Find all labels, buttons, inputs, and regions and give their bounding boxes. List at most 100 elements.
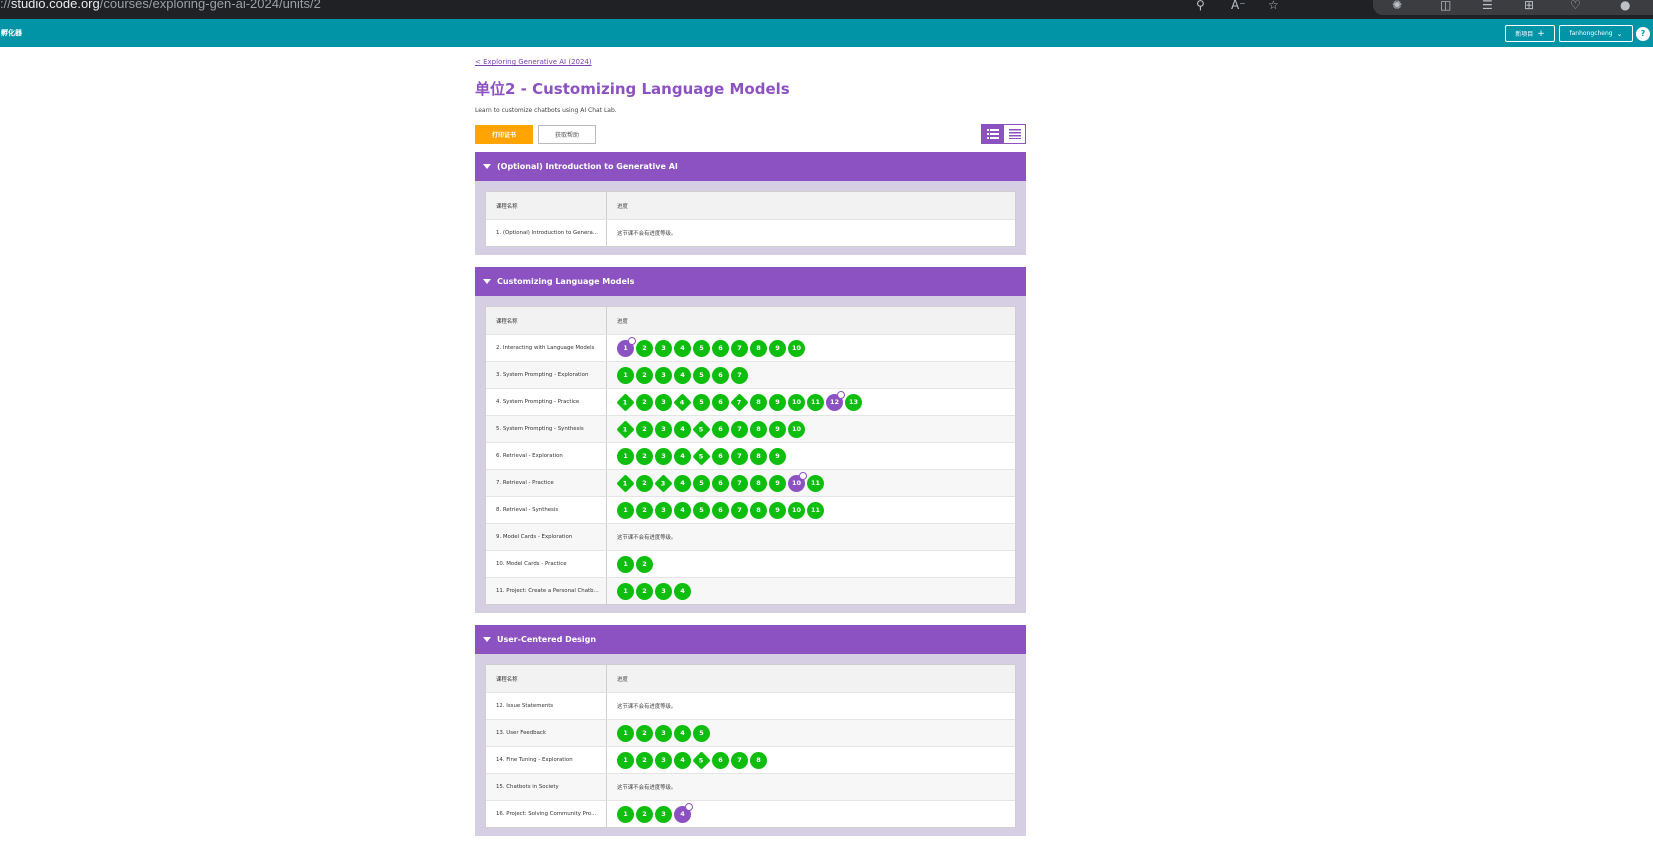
- level-bubble[interactable]: 1: [617, 447, 634, 465]
- level-bubble[interactable]: 3: [655, 339, 672, 357]
- level-bubble[interactable]: 1: [617, 582, 634, 600]
- level-bubble[interactable]: 5: [693, 474, 710, 492]
- level-bubble[interactable]: 1: [617, 555, 634, 573]
- lesson-name-link[interactable]: 2. Interacting with Language Models: [486, 335, 607, 361]
- level-bubble[interactable]: 1: [617, 751, 634, 769]
- level-bubble[interactable]: 7: [731, 474, 748, 492]
- level-bubble[interactable]: 6: [712, 501, 729, 519]
- level-bubble[interactable]: 3: [655, 582, 672, 600]
- level-bubble[interactable]: 4: [674, 751, 691, 769]
- level-bubble[interactable]: 10: [788, 420, 805, 438]
- level-bubble-diamond[interactable]: 4: [673, 392, 692, 412]
- level-bubble[interactable]: 11: [807, 393, 824, 411]
- level-bubble-current[interactable]: 12: [826, 390, 845, 411]
- level-bubble[interactable]: 2: [636, 420, 653, 438]
- level-bubble[interactable]: 8: [750, 474, 767, 492]
- level-bubble[interactable]: 10: [788, 501, 805, 519]
- level-bubble[interactable]: 7: [731, 751, 748, 769]
- zoom-icon[interactable]: ⚲: [1196, 0, 1205, 14]
- level-bubble-current[interactable]: 10: [788, 471, 807, 492]
- lesson-name-link[interactable]: 11. Project: Create a Personal Chatb...: [486, 578, 607, 604]
- level-bubble[interactable]: 4: [674, 501, 691, 519]
- collections-icon[interactable]: ⊞: [1524, 0, 1534, 14]
- read-aloud-icon[interactable]: A⁻: [1231, 0, 1246, 14]
- lesson-name-link[interactable]: 6. Retrieval - Exploration: [486, 443, 607, 469]
- section-header[interactable]: User-Centered Design: [475, 625, 1026, 654]
- level-bubble[interactable]: 11: [807, 474, 824, 492]
- level-bubble[interactable]: 13: [845, 393, 862, 411]
- lesson-name-link[interactable]: 4. System Prompting - Practice: [486, 389, 607, 415]
- split-screen-icon[interactable]: ◫: [1440, 0, 1451, 14]
- level-bubble[interactable]: 7: [731, 366, 748, 384]
- level-bubble[interactable]: 3: [655, 393, 672, 411]
- level-bubble[interactable]: 6: [712, 366, 729, 384]
- level-bubble[interactable]: 2: [636, 501, 653, 519]
- level-bubble[interactable]: 4: [674, 339, 691, 357]
- lesson-name-link[interactable]: 10. Model Cards - Practice: [486, 551, 607, 577]
- level-bubble[interactable]: 4: [674, 420, 691, 438]
- level-bubble[interactable]: 8: [750, 339, 767, 357]
- lesson-name-link[interactable]: 16. Project: Solving Community Pro...: [486, 801, 607, 827]
- section-header[interactable]: (Optional) Introduction to Generative AI: [475, 152, 1026, 181]
- level-bubble[interactable]: 8: [750, 420, 767, 438]
- favorite-star-icon[interactable]: ☆: [1268, 0, 1279, 14]
- level-bubble[interactable]: 8: [750, 447, 767, 465]
- level-bubble[interactable]: 9: [769, 393, 786, 411]
- level-bubble[interactable]: 4: [674, 447, 691, 465]
- level-bubble[interactable]: 8: [750, 393, 767, 411]
- favorites-list-icon[interactable]: ☰: [1482, 0, 1493, 14]
- level-bubble[interactable]: 8: [750, 751, 767, 769]
- level-bubble[interactable]: 6: [712, 447, 729, 465]
- level-bubble[interactable]: 10: [788, 393, 805, 411]
- detail-view-button[interactable]: [982, 125, 1004, 143]
- level-bubble[interactable]: 1: [617, 366, 634, 384]
- level-bubble-diamond[interactable]: 7: [730, 392, 749, 412]
- help-icon[interactable]: ?: [1636, 27, 1650, 41]
- extensions-icon[interactable]: ✺: [1392, 0, 1402, 14]
- level-bubble[interactable]: 2: [636, 555, 653, 573]
- level-bubble[interactable]: 8: [750, 501, 767, 519]
- level-bubble[interactable]: 2: [636, 339, 653, 357]
- level-bubble[interactable]: 7: [731, 420, 748, 438]
- level-bubble[interactable]: 3: [655, 805, 672, 823]
- level-bubble-diamond[interactable]: 3: [654, 473, 673, 493]
- level-bubble-current[interactable]: 1: [617, 336, 636, 357]
- level-bubble-current[interactable]: 4: [674, 802, 693, 823]
- level-bubble[interactable]: 7: [731, 447, 748, 465]
- level-bubble[interactable]: 6: [712, 393, 729, 411]
- level-bubble[interactable]: 2: [636, 805, 653, 823]
- get-help-button[interactable]: 获取帮助: [538, 125, 596, 144]
- breadcrumb-course-link[interactable]: < Exploring Generative AI (2024): [475, 58, 592, 66]
- level-bubble[interactable]: 11: [807, 501, 824, 519]
- lesson-name-link[interactable]: 5. System Prompting - Synthesis: [486, 416, 607, 442]
- level-bubble[interactable]: 9: [769, 501, 786, 519]
- level-bubble[interactable]: 3: [655, 366, 672, 384]
- level-bubble[interactable]: 4: [674, 366, 691, 384]
- level-bubble[interactable]: 3: [655, 501, 672, 519]
- level-bubble[interactable]: 2: [636, 724, 653, 742]
- level-bubble[interactable]: 2: [636, 474, 653, 492]
- summary-view-button[interactable]: [1003, 125, 1025, 143]
- level-bubble[interactable]: 3: [655, 420, 672, 438]
- user-menu-button[interactable]: fanhongcheng ⌄: [1559, 25, 1633, 42]
- level-bubble[interactable]: 5: [693, 501, 710, 519]
- lesson-name-link[interactable]: 14. Fine Tuning - Exploration: [486, 747, 607, 773]
- level-bubble[interactable]: 2: [636, 447, 653, 465]
- level-bubble[interactable]: 2: [636, 393, 653, 411]
- section-header[interactable]: Customizing Language Models: [475, 267, 1026, 296]
- level-bubble[interactable]: 6: [712, 339, 729, 357]
- level-bubble[interactable]: 1: [617, 501, 634, 519]
- lesson-name-link[interactable]: 12. Issue Statements: [486, 693, 607, 719]
- level-bubble[interactable]: 5: [693, 339, 710, 357]
- level-bubble[interactable]: 1: [617, 724, 634, 742]
- level-bubble[interactable]: 5: [693, 724, 710, 742]
- level-bubble[interactable]: 9: [769, 420, 786, 438]
- level-bubble-diamond[interactable]: 1: [616, 419, 635, 439]
- level-bubble[interactable]: 5: [693, 366, 710, 384]
- level-bubble[interactable]: 9: [769, 474, 786, 492]
- level-bubble[interactable]: 3: [655, 724, 672, 742]
- level-bubble[interactable]: 2: [636, 582, 653, 600]
- level-bubble[interactable]: 6: [712, 751, 729, 769]
- lesson-name-link[interactable]: 3. System Prompting - Exploration: [486, 362, 607, 388]
- new-project-button[interactable]: 新项目 +: [1505, 25, 1555, 42]
